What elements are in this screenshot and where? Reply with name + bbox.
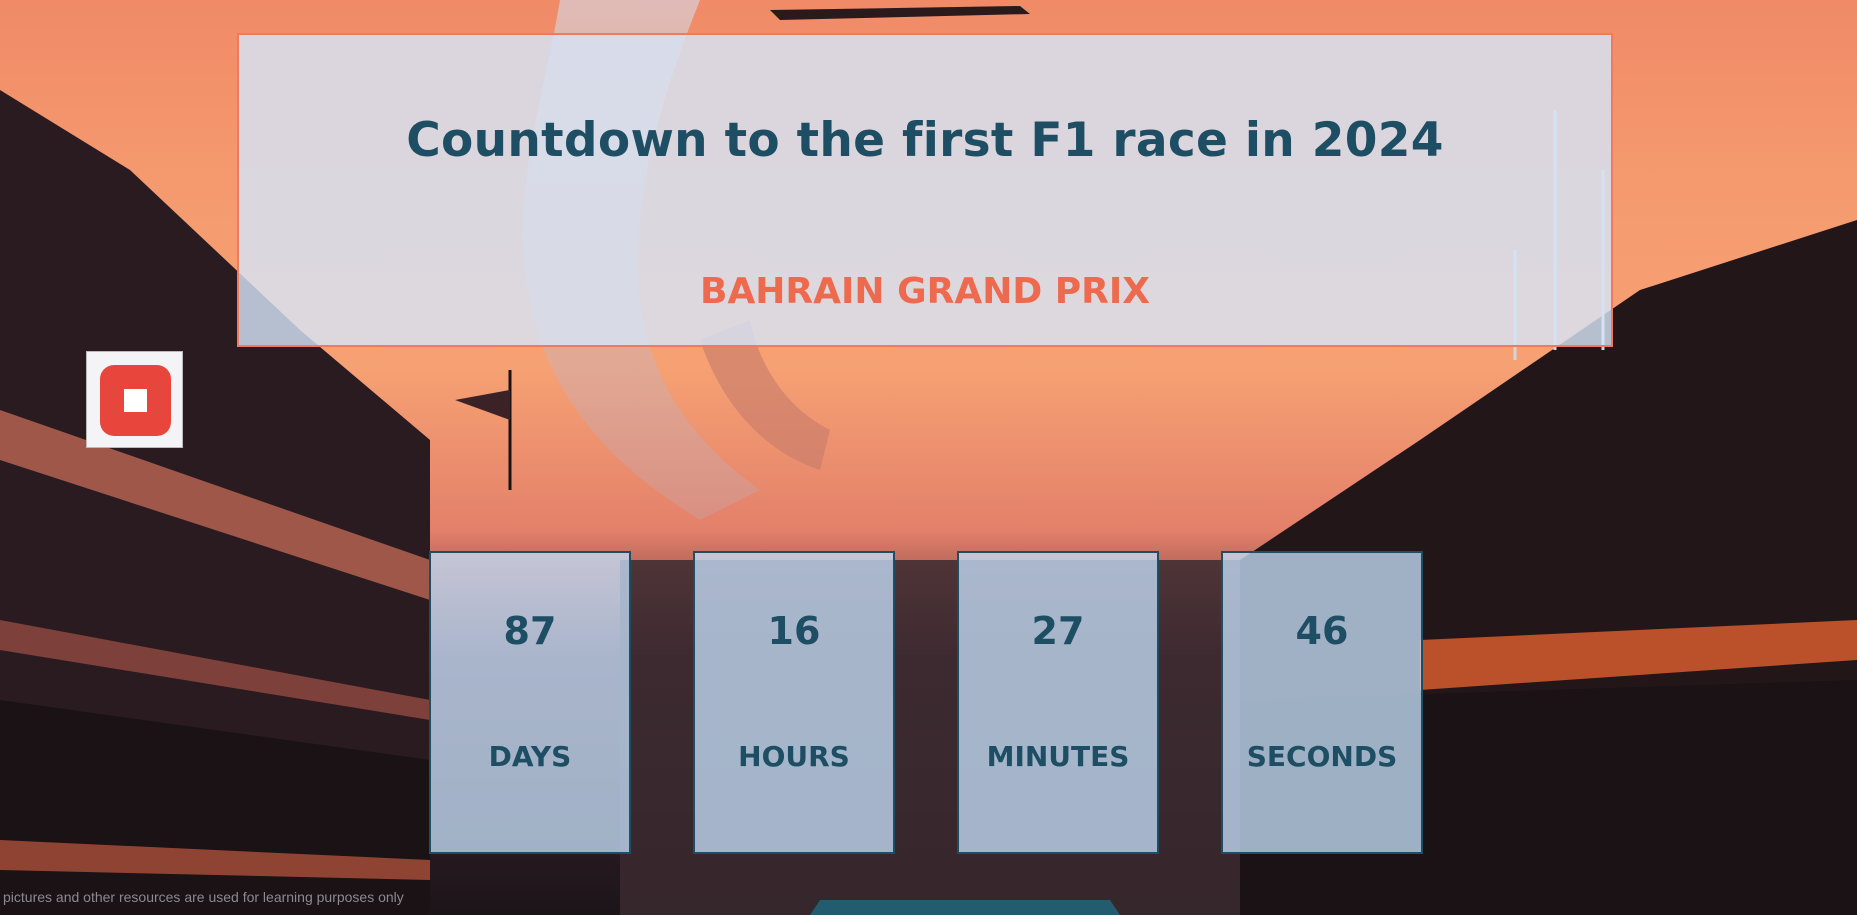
- hours-label: HOURS: [738, 740, 850, 773]
- seconds-label: SECONDS: [1246, 740, 1398, 773]
- stop-icon: [100, 365, 171, 436]
- footer-disclaimer: l pictures and other resources are used …: [0, 889, 404, 905]
- minutes-value: 27: [1031, 609, 1085, 653]
- minutes-label: MINUTES: [986, 740, 1130, 773]
- stop-button[interactable]: [86, 351, 183, 448]
- stop-square-glyph: [124, 389, 147, 412]
- seconds-value: 46: [1295, 609, 1349, 653]
- countdown-days: 87 DAYS: [429, 551, 631, 854]
- days-label: DAYS: [488, 740, 572, 773]
- header-panel: Countdown to the first F1 race in 2024 B…: [237, 33, 1613, 347]
- countdown-hours: 16 HOURS: [693, 551, 895, 854]
- page-title: Countdown to the first F1 race in 2024: [406, 113, 1444, 168]
- countdown-minutes: 27 MINUTES: [957, 551, 1159, 854]
- hours-value: 16: [767, 609, 821, 653]
- days-value: 87: [503, 609, 557, 653]
- countdown-seconds: 46 SECONDS: [1221, 551, 1423, 854]
- race-name: BAHRAIN GRAND PRIX: [700, 271, 1150, 312]
